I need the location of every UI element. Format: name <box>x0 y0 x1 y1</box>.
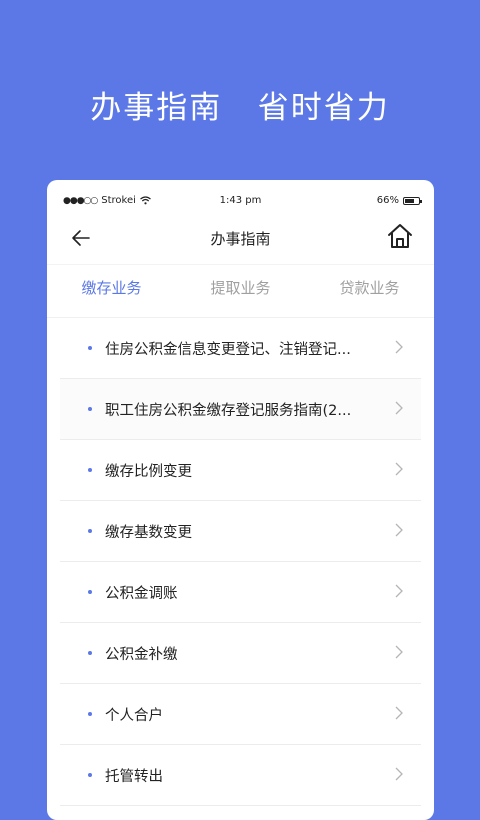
chevron-right-icon <box>395 584 403 598</box>
list-item-label: 公积金补缴 <box>105 646 178 663</box>
bullet-dot <box>88 468 92 472</box>
list-item[interactable]: 缴存比例变更 <box>60 440 421 501</box>
list-item-label: 职工住房公积金缴存登记服务指南(2... <box>105 402 352 419</box>
battery-percent: 66% <box>376 195 399 206</box>
list-item[interactable]: 个人合户 <box>60 684 421 745</box>
page-title: 办事指南 <box>210 230 271 248</box>
tab-deposit[interactable]: 缴存业务 <box>47 265 176 317</box>
banner-headline: 办事指南 省时省力 <box>90 90 390 126</box>
chevron-right-icon <box>395 462 403 476</box>
chevron-right-icon <box>395 706 403 720</box>
list-item-label: 缴存基数变更 <box>105 524 192 541</box>
battery-fill <box>405 198 414 203</box>
chevron-right-icon <box>395 645 403 659</box>
bullet-dot <box>88 712 92 716</box>
list-item-label: 公积金调账 <box>105 585 178 602</box>
guide-list: 住房公积金信息变更登记、注销登记... 职工住房公积金缴存登记服务指南(2...… <box>60 318 421 806</box>
list-item-label: 缴存比例变更 <box>105 463 192 480</box>
bullet-dot <box>88 407 92 411</box>
list-item[interactable]: 职工住房公积金缴存登记服务指南(2... <box>60 379 421 440</box>
list-item[interactable]: 公积金调账 <box>60 562 421 623</box>
chevron-right-icon <box>395 767 403 781</box>
list-item[interactable]: 住房公积金信息变更登记、注销登记... <box>60 318 421 379</box>
home-icon[interactable] <box>386 222 414 250</box>
bullet-dot <box>88 651 92 655</box>
chevron-right-icon <box>395 401 403 415</box>
category-tabs: 缴存业务 提取业务 贷款业务 <box>47 264 434 318</box>
bullet-dot <box>88 346 92 350</box>
bullet-dot <box>88 773 92 777</box>
bullet-dot <box>88 590 92 594</box>
status-right: 66% <box>376 195 422 206</box>
phone-screen: ●●●○○ Strokei 1:43 pm 66% 办事指南 缴存业务 提取业务… <box>47 180 434 820</box>
battery-icon <box>403 196 422 205</box>
list-item-label: 住房公积金信息变更登记、注销登记... <box>105 341 351 358</box>
chevron-right-icon <box>395 340 403 354</box>
list-item-label: 个人合户 <box>105 707 163 724</box>
list-item-label: 托管转出 <box>105 768 163 785</box>
list-item[interactable]: 托管转出 <box>60 745 421 806</box>
tab-loan[interactable]: 贷款业务 <box>305 265 434 317</box>
chevron-right-icon <box>395 523 403 537</box>
list-item[interactable]: 缴存基数变更 <box>60 501 421 562</box>
bullet-dot <box>88 529 92 533</box>
list-item[interactable]: 公积金补缴 <box>60 623 421 684</box>
status-bar: ●●●○○ Strokei 1:43 pm 66% <box>47 180 434 222</box>
tab-withdrawal[interactable]: 提取业务 <box>176 265 305 317</box>
nav-bar: 办事指南 <box>47 222 434 256</box>
